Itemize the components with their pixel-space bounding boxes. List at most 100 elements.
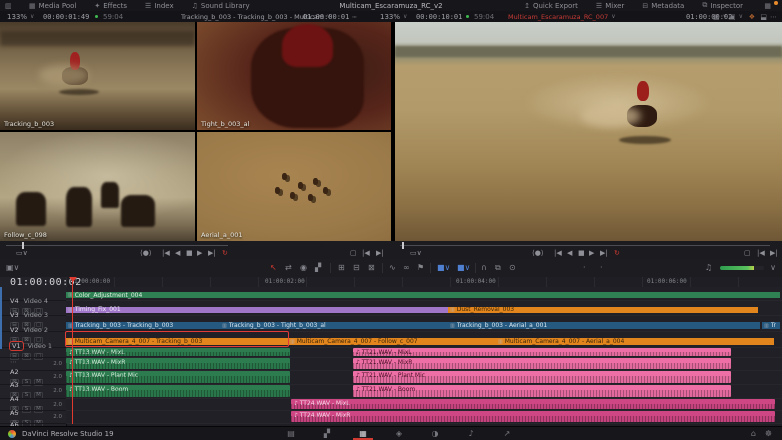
multicam-angle-1[interactable]: Tracking_b_003 (0, 22, 195, 130)
timeline-clip[interactable]: ♪ TT21.WAV - Boom (353, 385, 731, 397)
last-frame-button[interactable]: ▶| (600, 248, 608, 258)
record-zoom-select[interactable]: 133%∨ (377, 12, 410, 21)
track-lane-a3[interactable]: ♪ TT13.WAV - Plant Mic ♪ TT21.WAV - Plant… (66, 371, 782, 385)
audio-meter-expand[interactable]: ∨ (770, 262, 776, 274)
source-scrub-bar[interactable] (6, 245, 228, 246)
insert-clip-button[interactable]: ⊞ (338, 262, 345, 274)
timeline-clip[interactable]: ▥Multicam_Camera_4_007 - Tracking_b_003 (66, 332, 288, 346)
media-pool-button[interactable]: ▦Media Pool (26, 1, 79, 10)
jog-wheel[interactable]: ⟨●⟩ (140, 248, 152, 258)
zoom-tool-button[interactable]: ⊙ (509, 262, 516, 274)
metadata-button[interactable]: ⊟Metadata (639, 1, 687, 10)
timeline-clip[interactable]: ▥Multicam_Camera_4_007 - Follow_c_007 (288, 332, 496, 346)
jog-wheel[interactable]: ⟨●⟩ (532, 248, 544, 258)
track-header-v4[interactable]: V4Video 4⊟⊠▢ (0, 287, 66, 301)
keyword-marker-button[interactable]: ■∨ (457, 262, 470, 274)
edit-page[interactable]: ▦ (353, 429, 373, 440)
marker-button[interactable]: ■∨ (437, 262, 450, 274)
settings-gear-icon[interactable]: ☸ (765, 429, 772, 438)
quick-export-button[interactable]: ↥Quick Export (521, 1, 581, 10)
track-lane-v4[interactable]: ▥Color_Adjustment_004 (66, 287, 782, 301)
blade-tool[interactable]: ▞ (315, 262, 321, 274)
loop-button[interactable]: ↻ (614, 248, 620, 258)
media-page[interactable]: ▤ (281, 429, 301, 438)
timeline-clip[interactable]: ♪ TT13.WAV - MixR (66, 358, 290, 369)
timeline-clip[interactable]: ▥Tracking_b_003 - Tracking_b_003 (66, 316, 220, 330)
playhead[interactable] (72, 277, 73, 424)
viewer-mode-icon[interactable]: ▭∨ (16, 248, 28, 258)
timeline-clip[interactable]: ♪ TT13.WAV - MixL (66, 348, 290, 356)
keyboard-icon[interactable]: ⌂ (751, 429, 756, 438)
loop-button[interactable]: ↻ (222, 248, 228, 258)
multicam-angle-2[interactable]: Tight_b_003_al (197, 22, 391, 130)
track-header-a3[interactable]: A3⊠SM2.0 (0, 371, 66, 385)
index-button[interactable]: ☰Index (142, 1, 177, 10)
timeline-name-select[interactable]: Multicam_Escaramuza_RC_007∨ (505, 12, 619, 21)
play-button[interactable]: ▶ (197, 248, 202, 258)
timeline-clip[interactable]: ▥Color_Adjustment_004 (66, 287, 780, 299)
timeline-clip[interactable]: ♪ TT21.WAV - Plant Mic (353, 371, 731, 383)
linked-selection-button[interactable]: ⧉ (495, 262, 501, 274)
stop-button[interactable]: ■ (578, 248, 585, 258)
go-in-button[interactable]: |◀ (757, 248, 765, 258)
timeline-clip[interactable]: ▥Dust_Removal_003 (448, 301, 758, 314)
track-lane-a6[interactable]: ♪ TT24.WAV - MixR (66, 411, 782, 424)
first-frame-button[interactable]: |◀ (162, 248, 170, 258)
source-zoom-select[interactable]: 133%∨ (4, 12, 37, 21)
go-in-button[interactable]: |◀ (362, 248, 370, 258)
track-lane-a4[interactable]: ♪ TT13.WAV - Boom ♪ TT21.WAV - Boom (66, 385, 782, 399)
track-lane-a1[interactable]: ♪ TT13.WAV - MixL ♪ TT21.WAV - MixL (66, 348, 782, 358)
stop-button[interactable]: ■ (186, 248, 193, 258)
match-frame-button[interactable]: ▢ (744, 248, 751, 258)
timeline-clip[interactable]: ♪ TT21.WAV - MixL (353, 348, 731, 356)
cut-page[interactable]: ▞ (317, 429, 337, 438)
trim-edit-tool[interactable]: ⇄ (285, 262, 292, 274)
link-clips-button[interactable]: ∞ (403, 262, 410, 274)
retime-curve-button[interactable]: ∿ (389, 262, 396, 274)
fairlight-page[interactable]: ♪ (461, 429, 481, 438)
track-header-a1[interactable]: ⋯ (0, 348, 66, 358)
mixer-button[interactable]: ☰Mixer (593, 1, 627, 10)
snapping-button[interactable]: ∩ (481, 262, 487, 274)
track-header-a2[interactable]: A2⊠SM2.0 (0, 358, 66, 371)
track-lane-a5[interactable]: ♪ TT24.WAV - MixL (66, 399, 782, 411)
color-page[interactable]: ◑ (425, 429, 445, 438)
effects-button[interactable]: ✦Effects (91, 1, 130, 10)
timeline-clip[interactable]: ▥Tracking_b_003 - Tight_b_003_al (220, 316, 448, 330)
go-out-button[interactable]: ▶| (376, 248, 384, 258)
timeline-clip[interactable]: ♪ TT13.WAV - Plant Mic (66, 371, 290, 383)
overwrite-clip-button[interactable]: ⊟ (353, 262, 360, 274)
track-lane-v2[interactable]: ▥Tracking_b_003 - Tracking_b_003▥Trackin… (66, 316, 782, 332)
color-management-icon[interactable]: ❖ (746, 12, 758, 21)
step-back-button[interactable]: ◀ (175, 248, 180, 258)
match-frame-button[interactable]: ▢ (350, 248, 357, 258)
speaker-icon[interactable]: ♫ (705, 262, 712, 274)
go-out-button[interactable]: ▶| (770, 248, 778, 258)
timeline-clip[interactable]: ♪ TT13.WAV - Boom (66, 385, 290, 397)
timeline-clip[interactable]: ♪ TT24.WAV - MixR (291, 411, 775, 422)
zoom-dot[interactable]: · (583, 262, 586, 274)
multicam-angle-4[interactable]: Aerial_a_001 (197, 132, 391, 241)
timeline-clip[interactable]: ♪ TT24.WAV - MixL (291, 399, 775, 409)
track-header-a5[interactable]: A5⊠SM2.0 (0, 399, 66, 411)
timeline-viewer[interactable] (395, 22, 782, 241)
deliver-page[interactable]: ↗ (497, 429, 517, 438)
step-back-button[interactable]: ◀ (567, 248, 572, 258)
record-scrub-bar[interactable] (400, 245, 770, 246)
dynamic-trim-tool[interactable]: ◉ (300, 262, 307, 274)
track-header-a4[interactable]: A4⊠SM2.0 (0, 385, 66, 399)
timeline-clip[interactable]: ▥Timing_Fix_001 (66, 301, 448, 314)
first-frame-button[interactable]: |◀ (554, 248, 562, 258)
timeline-clip[interactable]: ▥Tracking_b_003 - Aerial_a_001 (448, 316, 760, 330)
track-header-v1[interactable]: V1Video 1⊟⊠▢ (0, 332, 66, 348)
track-lane-a2[interactable]: ♪ TT13.WAV - MixR♪ TT21.WAV - MixR (66, 358, 782, 371)
panel-toggle-icon[interactable]: ▥ (2, 1, 15, 10)
render-cache-icon[interactable]: ▣∨ (726, 12, 746, 21)
viewer-options-icon[interactable]: ⋯ (767, 12, 780, 21)
multicam-angle-3[interactable]: Follow_c_098 (0, 132, 195, 241)
track-header-a6[interactable]: A6⊠SM2.0 (0, 411, 66, 424)
track-lane-v3[interactable]: ▥Timing_Fix_001▥Dust_Removal_003 (66, 301, 782, 316)
inspector-button[interactable]: ⧉Inspector (699, 1, 746, 10)
timeline-clip[interactable]: ▥Tr (762, 316, 780, 330)
timeline-view-select[interactable]: ▣∨ (6, 262, 19, 274)
